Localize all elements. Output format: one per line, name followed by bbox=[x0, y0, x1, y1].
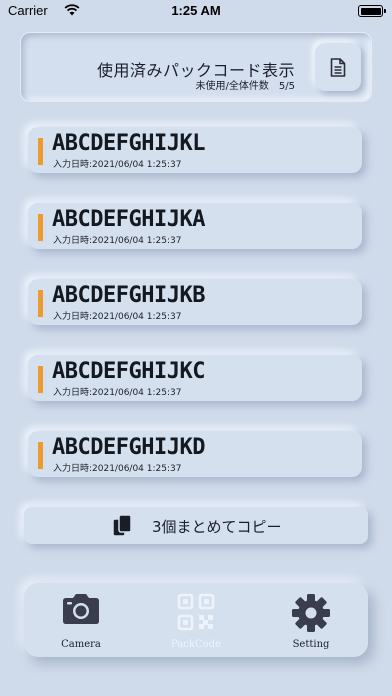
unused-count: 未使用/全体件数 5/5 bbox=[195, 81, 295, 92]
pack-code: ABCDEFGHIJKA bbox=[52, 207, 205, 232]
input-datetime: 入力日時:2021/06/04 1:25:37 bbox=[53, 464, 182, 474]
input-datetime: 入力日時:2021/06/04 1:25:37 bbox=[53, 388, 182, 398]
pack-code: ABCDEFGHIJKB bbox=[52, 283, 205, 308]
document-button[interactable] bbox=[315, 43, 361, 91]
pack-code: ABCDEFGHIJKC bbox=[52, 359, 205, 384]
document-icon bbox=[330, 57, 346, 77]
copy-button-label: 3個まとめてコピー bbox=[152, 518, 282, 536]
code-card[interactable]: ABCDEFGHIJKA 入力日時:2021/06/04 1:25:37 bbox=[28, 203, 362, 249]
status-time: 1:25 AM bbox=[171, 3, 221, 18]
tab-packcode[interactable]: PackCode bbox=[141, 583, 251, 657]
tab-label: PackCode bbox=[171, 639, 221, 650]
gear-icon bbox=[292, 594, 330, 632]
status-bar: Carrier 1:25 AM bbox=[0, 0, 392, 22]
camera-icon bbox=[63, 594, 99, 624]
tab-label: Camera bbox=[61, 639, 101, 650]
tab-bar: Camera PackCode Setting bbox=[24, 583, 368, 657]
pack-code: ABCDEFGHIJKD bbox=[52, 435, 205, 460]
pack-code: ABCDEFGHIJKL bbox=[52, 131, 205, 156]
code-accent-bar bbox=[38, 214, 43, 241]
copy-icon bbox=[112, 514, 132, 537]
header-card: 使用済みパックコード表示 未使用/全体件数 5/5 bbox=[20, 32, 372, 102]
code-accent-bar bbox=[38, 366, 43, 393]
code-card[interactable]: ABCDEFGHIJKC 入力日時:2021/06/04 1:25:37 bbox=[28, 355, 362, 401]
battery-icon bbox=[358, 5, 386, 17]
tab-setting[interactable]: Setting bbox=[256, 583, 366, 657]
input-datetime: 入力日時:2021/06/04 1:25:37 bbox=[53, 312, 182, 322]
code-accent-bar bbox=[38, 442, 43, 469]
input-datetime: 入力日時:2021/06/04 1:25:37 bbox=[53, 236, 182, 246]
qr-code-icon bbox=[177, 593, 215, 631]
input-datetime: 入力日時:2021/06/04 1:25:37 bbox=[53, 160, 182, 170]
code-accent-bar bbox=[38, 138, 43, 165]
copy-all-button[interactable]: 3個まとめてコピー bbox=[24, 507, 368, 544]
code-card[interactable]: ABCDEFGHIJKD 入力日時:2021/06/04 1:25:37 bbox=[28, 431, 362, 477]
tab-label: Setting bbox=[292, 639, 330, 650]
code-card[interactable]: ABCDEFGHIJKL 入力日時:2021/06/04 1:25:37 bbox=[28, 127, 362, 173]
tab-camera[interactable]: Camera bbox=[26, 583, 136, 657]
code-accent-bar bbox=[38, 290, 43, 317]
code-card[interactable]: ABCDEFGHIJKB 入力日時:2021/06/04 1:25:37 bbox=[28, 279, 362, 325]
